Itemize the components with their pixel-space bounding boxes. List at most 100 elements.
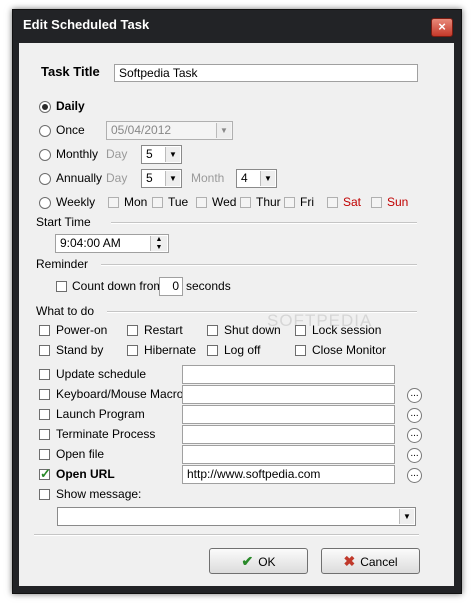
- browse-icon[interactable]: ...: [407, 408, 422, 423]
- browse-icon[interactable]: ...: [407, 388, 422, 403]
- annually-month-select[interactable]: 4 ▼: [236, 169, 277, 188]
- open-url-checkbox[interactable]: ✓: [39, 466, 51, 481]
- terminate-process-input[interactable]: [182, 425, 395, 444]
- countdown-unit: seconds: [186, 279, 231, 293]
- fri-checkbox[interactable]: [284, 197, 295, 208]
- dialog-window: Edit Scheduled Task × SOFTPEDIA Task Tit…: [12, 9, 462, 594]
- stand-by-checkbox[interactable]: [39, 345, 50, 356]
- spin-arrows-icon[interactable]: ▲ ▼: [150, 236, 167, 251]
- dialog-content: SOFTPEDIA Task Title Softpedia Task Dail…: [19, 43, 454, 586]
- terminate-process-checkbox[interactable]: [39, 429, 50, 440]
- sat-label: Sat: [343, 195, 362, 209]
- divider: [107, 311, 417, 313]
- thu-checkbox[interactable]: [240, 197, 251, 208]
- browse-icon[interactable]: ...: [407, 468, 422, 483]
- chevron-down-icon[interactable]: ▼: [399, 509, 414, 524]
- once-date-value: 05/04/2012: [111, 123, 172, 137]
- open-file-input[interactable]: [182, 445, 395, 464]
- weekly-radio[interactable]: [39, 197, 51, 209]
- close-monitor-label: Close Monitor: [312, 343, 387, 357]
- task-title-input[interactable]: Softpedia Task: [114, 64, 418, 82]
- lock-session-checkbox[interactable]: [295, 325, 306, 336]
- keyboard-macro-input[interactable]: [182, 385, 395, 404]
- stand-by-label: Stand by: [56, 343, 104, 357]
- show-message-select[interactable]: ▼: [57, 507, 416, 526]
- countdown-label: Count down from: [72, 279, 164, 293]
- shut-down-checkbox[interactable]: [207, 325, 218, 336]
- monthly-day-label: Day: [106, 147, 128, 161]
- once-date-picker[interactable]: 05/04/2012 ▼: [106, 121, 233, 140]
- check-icon: ✔: [241, 553, 254, 569]
- annually-radio[interactable]: [39, 173, 51, 185]
- open-url-input[interactable]: http://www.softpedia.com: [182, 465, 395, 484]
- chevron-down-icon[interactable]: ▼: [165, 171, 180, 186]
- cancel-button[interactable]: ✖ Cancel: [321, 548, 420, 574]
- sat-checkbox[interactable]: [327, 197, 338, 208]
- power-on-checkbox[interactable]: [39, 325, 50, 336]
- fri-label: Fri: [300, 195, 314, 209]
- close-icon[interactable]: ×: [431, 18, 453, 37]
- open-file-label: Open file: [56, 447, 105, 461]
- monthly-day-select[interactable]: 5 ▼: [141, 145, 182, 164]
- launch-program-label: Launch Program: [56, 407, 145, 421]
- cancel-button-label: Cancel: [360, 555, 398, 569]
- annually-day-select[interactable]: 5 ▼: [141, 169, 182, 188]
- start-time-label: Start Time: [36, 215, 91, 229]
- mon-label: Mon: [124, 195, 148, 209]
- what-to-do-label: What to do: [36, 304, 95, 318]
- countdown-input[interactable]: 0: [159, 277, 183, 296]
- daily-label: Daily: [56, 99, 85, 113]
- title-bar[interactable]: Edit Scheduled Task ×: [13, 10, 461, 40]
- restart-checkbox[interactable]: [127, 325, 138, 336]
- chevron-down-icon[interactable]: ▼: [165, 147, 180, 162]
- lock-session-label: Lock session: [312, 323, 382, 337]
- checkmark-icon: ✓: [40, 466, 51, 481]
- browse-icon[interactable]: ...: [407, 428, 422, 443]
- hibernate-checkbox[interactable]: [127, 345, 138, 356]
- monthly-radio[interactable]: [39, 149, 51, 161]
- show-message-checkbox[interactable]: [39, 489, 50, 500]
- wed-label: Wed: [212, 195, 237, 209]
- tue-label: Tue: [168, 195, 189, 209]
- wed-checkbox[interactable]: [196, 197, 207, 208]
- mon-checkbox[interactable]: [108, 197, 119, 208]
- sun-checkbox[interactable]: [371, 197, 382, 208]
- countdown-checkbox[interactable]: [56, 281, 67, 292]
- shut-down-label: Shut down: [224, 323, 281, 337]
- once-radio[interactable]: [39, 125, 51, 137]
- launch-program-checkbox[interactable]: [39, 409, 50, 420]
- annually-month-label: Month: [191, 171, 225, 185]
- open-file-checkbox[interactable]: [39, 449, 50, 460]
- browse-icon[interactable]: ...: [407, 448, 422, 463]
- start-time-value: 9:04:00 AM: [60, 236, 121, 250]
- tue-checkbox[interactable]: [152, 197, 163, 208]
- radio-selected-dot: [42, 104, 48, 110]
- weekly-label: Weekly: [56, 195, 96, 209]
- window-title: Edit Scheduled Task: [23, 17, 150, 32]
- keyboard-macro-checkbox[interactable]: [39, 389, 50, 400]
- log-off-checkbox[interactable]: [207, 345, 218, 356]
- monthly-label: Monthly: [56, 147, 99, 161]
- annually-month-value: 4: [241, 171, 248, 185]
- show-message-label: Show message:: [56, 487, 142, 501]
- launch-program-input[interactable]: [182, 405, 395, 424]
- terminate-process-label: Terminate Process: [56, 427, 156, 441]
- once-label: Once: [56, 123, 85, 137]
- update-schedule-input[interactable]: [182, 365, 395, 384]
- restart-label: Restart: [144, 323, 183, 337]
- chevron-down-icon[interactable]: ▼: [216, 123, 231, 138]
- close-monitor-checkbox[interactable]: [295, 345, 306, 356]
- start-time-input[interactable]: 9:04:00 AM ▲ ▼: [55, 234, 169, 253]
- daily-radio[interactable]: [39, 101, 51, 113]
- ok-button[interactable]: ✔ OK: [209, 548, 308, 574]
- divider: [111, 222, 417, 224]
- cancel-x-icon: ✖: [343, 553, 356, 569]
- monthly-day-value: 5: [146, 147, 153, 161]
- update-schedule-checkbox[interactable]: [39, 369, 50, 380]
- update-schedule-label: Update schedule: [56, 367, 147, 381]
- ok-button-label: OK: [258, 555, 276, 569]
- sun-label: Sun: [387, 195, 409, 209]
- reminder-label: Reminder: [36, 257, 89, 271]
- thu-label: Thur: [256, 195, 281, 209]
- chevron-down-icon[interactable]: ▼: [260, 171, 275, 186]
